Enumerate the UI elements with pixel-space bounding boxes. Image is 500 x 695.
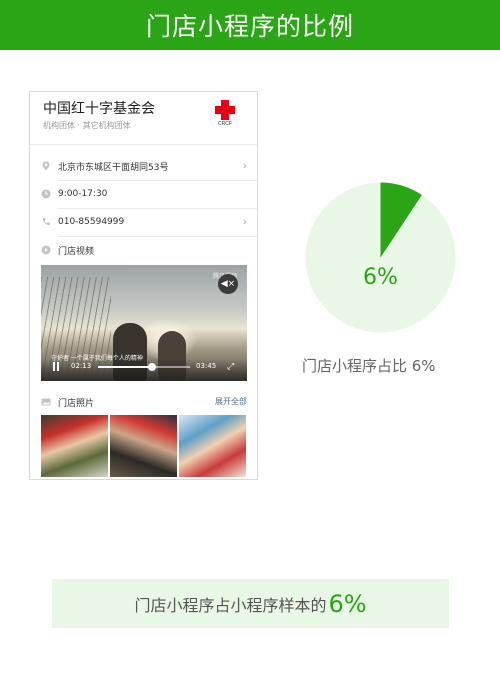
chevron-right-icon: › bbox=[242, 215, 247, 228]
divider bbox=[30, 144, 257, 145]
mute-icon[interactable]: ◀× bbox=[218, 274, 238, 294]
video-section-label: 门店视频 bbox=[58, 246, 95, 257]
phone-row[interactable]: 010-85594999 › bbox=[41, 215, 249, 229]
org-name: 中国红十字基金会 bbox=[43, 101, 155, 117]
page-header: 门店小程序的比例 bbox=[0, 0, 500, 50]
divider bbox=[58, 180, 257, 181]
phone-icon bbox=[42, 218, 50, 226]
hours-row: 9:00-17:30 bbox=[41, 187, 249, 201]
svg-text:CRCF: CRCF bbox=[218, 121, 232, 127]
divider bbox=[58, 208, 257, 209]
chevron-right-icon: › bbox=[242, 159, 247, 172]
photos-section-header: 门店照片 展开全部 bbox=[41, 395, 247, 409]
page-title: 门店小程序的比例 bbox=[145, 12, 354, 41]
pie-caption: 门店小程序占比 6% bbox=[302, 357, 436, 375]
summary-percent: 6% bbox=[328, 589, 367, 618]
video-section-header: 门店视频 bbox=[41, 243, 249, 257]
store-photo[interactable] bbox=[110, 415, 177, 477]
summary-text: 门店小程序占小程序样本的 bbox=[134, 595, 327, 615]
share-pie-chart: 6% bbox=[305, 182, 456, 333]
store-photo[interactable] bbox=[41, 415, 108, 477]
address-row[interactable]: 北京市东城区干面胡同53号 › bbox=[41, 159, 249, 173]
summary-banner: 门店小程序占小程序样本的 6% bbox=[52, 579, 449, 628]
photos-label: 门店照片 bbox=[58, 398, 95, 409]
phone-text: 010-85594999 bbox=[58, 217, 125, 227]
expand-all-link[interactable]: 展开全部 bbox=[215, 396, 247, 407]
video-icon bbox=[41, 245, 51, 255]
store-card: 中国红十字基金会 机构团体 · 其它机构团体 CRCF 北京市东城区干面胡同53… bbox=[29, 91, 258, 480]
pie-value-label: 6% bbox=[363, 265, 398, 290]
store-photo[interactable] bbox=[179, 415, 246, 477]
image-icon bbox=[41, 398, 51, 406]
divider bbox=[58, 236, 257, 237]
address-text: 北京市东城区干面胡同53号 bbox=[58, 162, 169, 173]
red-cross-logo: CRCF bbox=[215, 100, 235, 127]
hours-text: 9:00-17:30 bbox=[58, 189, 108, 199]
location-icon bbox=[42, 161, 50, 171]
org-category: 机构团体 · 其它机构团体 bbox=[43, 121, 131, 130]
clock-icon bbox=[41, 189, 51, 199]
